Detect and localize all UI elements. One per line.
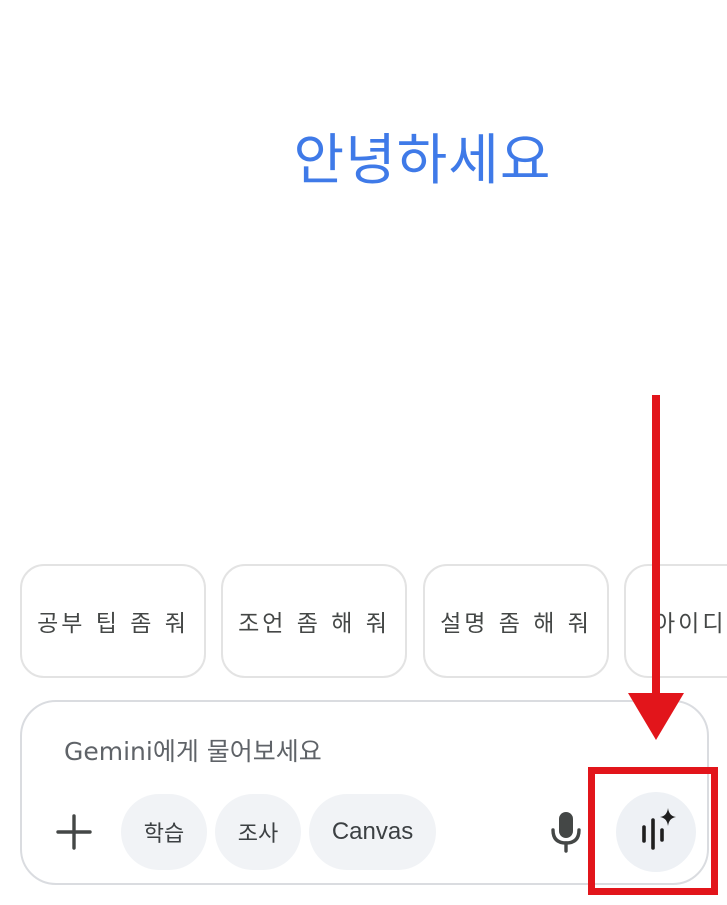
microphone-icon [551, 812, 581, 853]
tool-canvas-button[interactable]: Canvas [309, 794, 436, 870]
suggestion-chip-study-tips[interactable]: 공부 팁 좀 줘 [20, 564, 206, 678]
prompt-input[interactable] [62, 736, 586, 767]
plus-icon [56, 814, 92, 850]
tool-study-button[interactable]: 학습 [121, 794, 207, 870]
annotation-highlight-box [588, 767, 718, 895]
tool-research-button[interactable]: 조사 [215, 794, 301, 870]
greeting-title: 안녕하세요 [293, 128, 552, 192]
add-attachment-button[interactable] [54, 812, 94, 852]
suggestion-chip-explain[interactable]: 설명 좀 해 줘 [423, 564, 609, 678]
suggestion-chip-advice[interactable]: 조언 좀 해 줘 [221, 564, 407, 678]
suggestion-chips: 공부 팁 좀 줘 조언 좀 해 줘 설명 좀 해 줘 아이디어 [20, 564, 727, 678]
annotation-arrow-icon [628, 395, 684, 740]
voice-input-button[interactable] [546, 810, 586, 854]
